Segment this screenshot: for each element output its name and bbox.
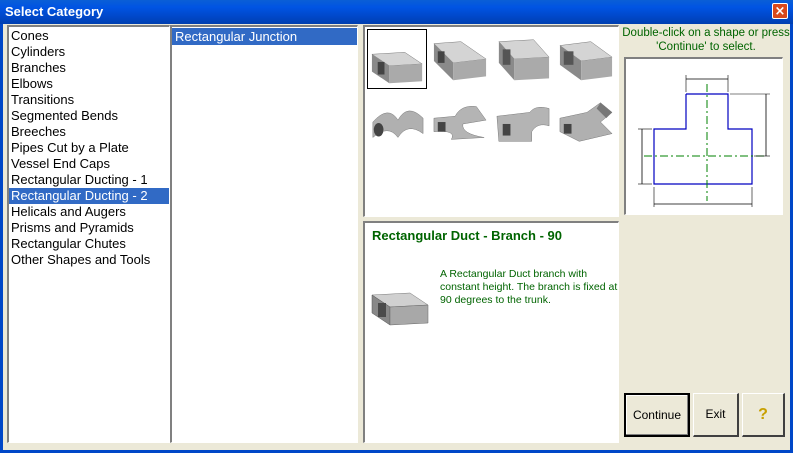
rect-branch-swept-icon [559, 102, 613, 142]
rect-breeches-y-icon [372, 110, 424, 139]
continue-button[interactable]: Continue [624, 393, 690, 437]
rect-breeches-curved-icon [433, 106, 487, 140]
rect-branch-curved-icon [496, 107, 550, 142]
shape-thumbnail[interactable] [430, 92, 490, 152]
description-text: A Rectangular Duct branch with constant … [440, 268, 618, 306]
help-button[interactable]: ? [742, 393, 785, 437]
category-list[interactable]: Cones Cylinders Branches Elbows Transitions S… [7, 25, 170, 443]
category-item[interactable]: Transitions [9, 92, 169, 108]
shape-thumbnail[interactable] [493, 29, 553, 89]
category-item[interactable]: Helicals and Augers [9, 204, 169, 220]
description-title: Rectangular Duct - Branch - 90 [372, 228, 562, 243]
category-item[interactable]: Cylinders [9, 44, 169, 60]
subcategory-list[interactable]: Rectangular Junction [170, 25, 358, 443]
window-title: Select Category [5, 4, 104, 19]
category-item[interactable]: Vessel End Caps [9, 156, 169, 172]
shape-thumbnail[interactable] [367, 29, 427, 89]
category-item[interactable]: Branches [9, 60, 169, 76]
shape-diagram [624, 57, 783, 215]
category-item[interactable]: Rectangular Ducting - 2 [9, 188, 169, 204]
rect-branch-angled-icon [433, 41, 487, 81]
rect-branch-tapered-icon [559, 41, 613, 81]
shape-thumbnail[interactable] [430, 29, 490, 89]
rect-branch-90-icon [371, 52, 423, 84]
hint-text: Double-click on a shape or press 'Contin… [622, 27, 790, 53]
category-item[interactable]: Breeches [9, 124, 169, 140]
category-item[interactable]: Pipes Cut by a Plate [9, 140, 169, 156]
category-item[interactable]: Prisms and Pyramids [9, 220, 169, 236]
category-item[interactable]: Rectangular Ducting - 1 [9, 172, 169, 188]
category-item[interactable]: Other Shapes and Tools [9, 252, 169, 268]
category-item[interactable]: Segmented Bends [9, 108, 169, 124]
description-shape-icon [371, 292, 429, 326]
exit-button[interactable]: Exit [693, 393, 739, 437]
shape-thumbnail[interactable] [367, 92, 427, 152]
shape-thumbnail[interactable] [493, 92, 553, 152]
shape-thumbnail[interactable] [556, 29, 616, 89]
category-item[interactable]: Rectangular Chutes [9, 236, 169, 252]
close-button[interactable]: × [772, 3, 788, 19]
rect-branch-offset-icon [498, 39, 550, 81]
category-item[interactable]: Elbows [9, 76, 169, 92]
subcategory-item[interactable]: Rectangular Junction [172, 28, 357, 45]
shape-thumbnail[interactable] [556, 92, 616, 152]
category-item[interactable]: Cones [9, 28, 169, 44]
description-panel: Rectangular Duct - Branch - 90 A Rectang… [363, 221, 619, 443]
help-icon: ? [758, 406, 768, 423]
title-bar[interactable]: Select Category × [0, 0, 793, 24]
shape-gallery[interactable] [363, 25, 619, 217]
